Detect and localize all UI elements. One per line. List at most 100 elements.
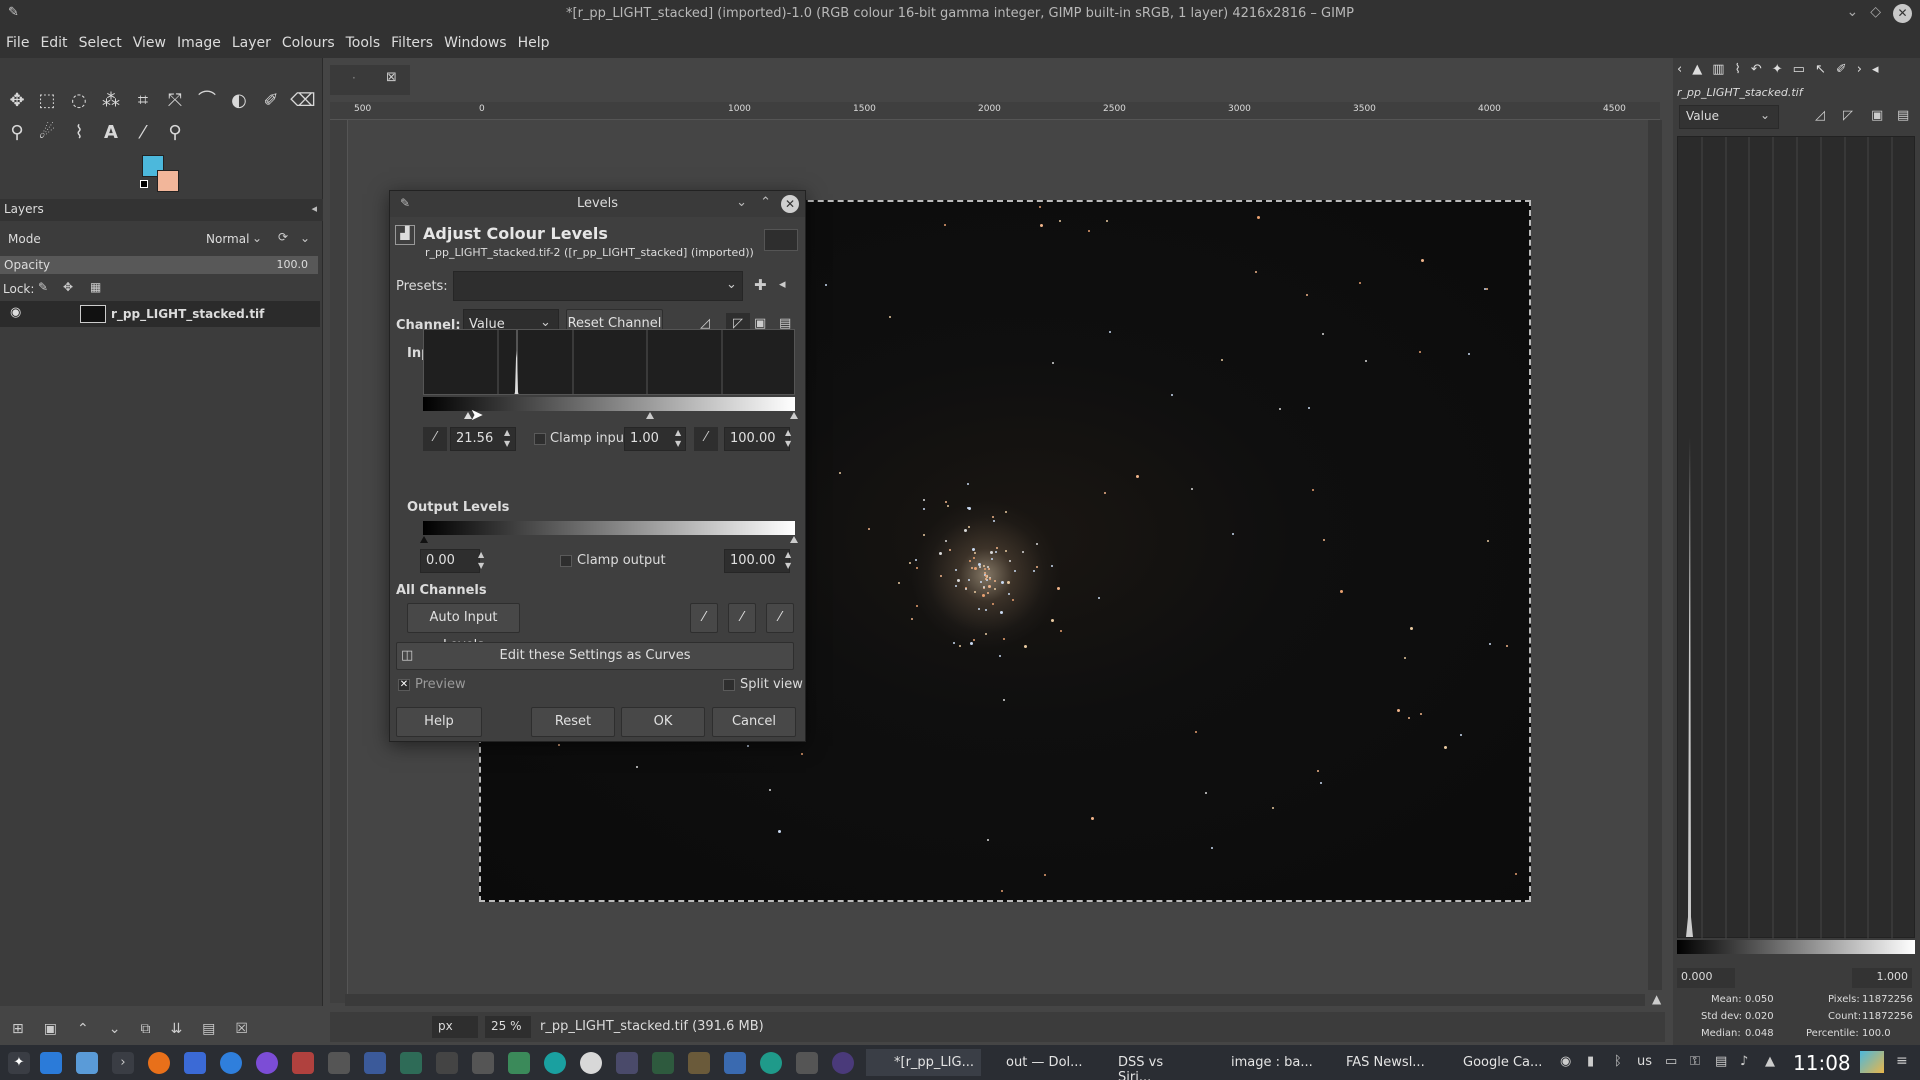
app-icon-13[interactable]	[436, 1052, 458, 1074]
task-fas[interactable]: FAS Newsl...	[1320, 1049, 1430, 1076]
clamp-input-checkbox[interactable]	[534, 433, 546, 445]
tab-left-arrow-icon[interactable]: ‹	[1677, 62, 1682, 84]
device-tab-icon[interactable]: ▭	[1793, 62, 1805, 84]
input-high-field[interactable]: 100.00	[724, 427, 790, 451]
histogram-range-low[interactable]: 0.000	[1677, 968, 1735, 988]
task-firefox[interactable]: DSS vs Siri...	[1090, 1049, 1200, 1080]
warp-tool-icon[interactable]: ⌒	[194, 88, 220, 114]
paths-tool-icon[interactable]: ⌇	[66, 120, 92, 146]
linear-histogram-icon[interactable]: ◿	[1815, 108, 1825, 123]
levels-minimize-icon[interactable]: ⌄	[736, 195, 747, 210]
presets-chevron-icon[interactable]: ⌄	[726, 277, 737, 292]
paintbrush-tool-icon[interactable]: ✐	[258, 88, 284, 114]
input-low-spin-icon[interactable]: ▲ ▼	[504, 427, 510, 449]
maximize-icon[interactable]: ◇	[1870, 4, 1881, 23]
ok-button[interactable]: OK	[621, 707, 705, 737]
raise-layer-icon[interactable]: ⌃	[77, 1021, 89, 1037]
zoom-select[interactable]: 25 %	[485, 1016, 531, 1038]
brush-tab-icon[interactable]: ✐	[1836, 62, 1847, 84]
histogram-range-high[interactable]: 1.000	[1852, 968, 1912, 988]
output-low-field[interactable]: 0.00	[420, 549, 480, 573]
tab-right-arrow-icon[interactable]: ›	[1857, 62, 1862, 84]
task-google[interactable]: Google Ca...	[1435, 1049, 1550, 1076]
task-dolphin[interactable]: out — Dol...	[980, 1049, 1085, 1076]
histogram-view-b-icon[interactable]: ▤	[1897, 108, 1909, 123]
input-high-spin-icon[interactable]: ▲ ▼	[785, 427, 791, 449]
task-terminal[interactable]: image : ba...	[1205, 1049, 1315, 1076]
move-tool-icon[interactable]: ✥	[4, 88, 30, 114]
menu-help[interactable]: Help	[518, 35, 550, 51]
visibility-eye-icon[interactable]: ◉	[10, 305, 21, 320]
auto-black-picker-icon[interactable]: ⁄	[690, 603, 718, 633]
opacity-slider[interactable]: Opacity 100.0	[0, 256, 318, 274]
tray-weather-icon[interactable]	[1860, 1051, 1884, 1073]
tray-volume-icon[interactable]: ♪	[1740, 1054, 1748, 1069]
app-icon-7[interactable]	[220, 1052, 242, 1074]
mode-select[interactable]: Normal	[206, 232, 249, 246]
clone-tool-icon[interactable]: ⚲	[4, 120, 30, 146]
histogram-graph[interactable]	[1677, 136, 1915, 939]
mask-layer-icon[interactable]: ▤	[202, 1021, 215, 1037]
task-gimp[interactable]: *[r_pp_LIG...	[866, 1049, 981, 1076]
terminal-icon[interactable]: ›	[112, 1052, 134, 1074]
default-colors-icon[interactable]	[140, 180, 148, 188]
input-high-handle[interactable]	[790, 412, 798, 419]
app-icon-18[interactable]	[616, 1052, 638, 1074]
gamma-spin-icon[interactable]: ▲ ▼	[675, 427, 681, 449]
rect-select-tool-icon[interactable]: ⬚	[34, 88, 60, 114]
levels-close-button[interactable]: ✕	[781, 195, 799, 213]
lock-position-icon[interactable]: ✥	[63, 280, 73, 294]
app-icon-12[interactable]	[400, 1052, 422, 1074]
navigate-icon[interactable]: ▲	[1652, 992, 1661, 1006]
composite-mode-icon[interactable]: ⟳	[278, 230, 288, 244]
app-icon-17[interactable]	[580, 1052, 602, 1074]
vertical-scrollbar[interactable]	[1648, 120, 1662, 990]
app-icon-14[interactable]	[472, 1052, 494, 1074]
app-icon-6[interactable]	[184, 1052, 206, 1074]
firefox-icon[interactable]	[148, 1052, 170, 1074]
transform-tool-icon[interactable]: ⤧	[162, 88, 188, 114]
crop-tool-icon[interactable]: ⌗	[130, 88, 156, 114]
app-icon-23[interactable]	[796, 1052, 818, 1074]
log-histogram-icon[interactable]: ◸	[1843, 108, 1853, 123]
tray-display-icon[interactable]: ▭	[1665, 1054, 1677, 1069]
menu-edit[interactable]: Edit	[40, 35, 67, 51]
white-point-picker-icon[interactable]: ⁄	[694, 427, 718, 451]
levels-maximize-icon[interactable]: ⌃	[760, 195, 771, 210]
vertical-ruler[interactable]	[330, 120, 348, 1003]
input-gamma-handle[interactable]	[646, 412, 654, 419]
split-view-checkbox[interactable]	[723, 679, 735, 691]
menu-tools[interactable]: Tools	[346, 35, 381, 51]
app-icon-19[interactable]	[652, 1052, 674, 1074]
histogram-tab-icon[interactable]: ▲	[1692, 62, 1702, 84]
menu-view[interactable]: View	[133, 35, 166, 51]
lasso-tool-icon[interactable]: ◌	[66, 88, 92, 114]
dock-menu-icon[interactable]: ◂	[1872, 62, 1879, 84]
app-icon-20[interactable]	[688, 1052, 710, 1074]
menu-colours[interactable]: Colours	[282, 35, 335, 51]
auto-white-picker-icon[interactable]: ⁄	[766, 603, 794, 633]
merge-layer-icon[interactable]: ⇊	[170, 1021, 182, 1037]
levels-titlebar[interactable]: ✎ Levels ⌄ ⌃ ✕	[390, 191, 805, 217]
file-manager-icon[interactable]	[40, 1052, 62, 1074]
smudge-tool-icon[interactable]: ☄	[34, 120, 60, 146]
auto-gray-picker-icon[interactable]: ⁄	[728, 603, 756, 633]
zoom-tool-icon[interactable]: ⚲	[162, 120, 188, 146]
tray-expand-icon[interactable]: ▲	[1765, 1054, 1775, 1069]
tray-usb-icon[interactable]: ▮	[1587, 1054, 1594, 1069]
fuzzy-select-tool-icon[interactable]: ⁂	[98, 88, 124, 114]
app-icon-9[interactable]	[292, 1052, 314, 1074]
reset-button[interactable]: Reset	[531, 707, 615, 737]
app-icon-10[interactable]	[328, 1052, 350, 1074]
lock-alpha-icon[interactable]: ▦	[90, 280, 101, 294]
brushes-tab-icon[interactable]: ✦	[1772, 62, 1783, 84]
output-low-spin-icon[interactable]: ▲ ▼	[478, 549, 484, 571]
delete-layer-icon[interactable]: ☒	[235, 1021, 248, 1037]
presets-combo[interactable]	[453, 271, 743, 301]
output-high-handle[interactable]	[790, 536, 798, 543]
output-high-spin-icon[interactable]: ▲ ▼	[785, 549, 791, 571]
clock[interactable]: 11:08	[1793, 1051, 1851, 1075]
menu-image[interactable]: Image	[177, 35, 221, 51]
menu-filters[interactable]: Filters	[391, 35, 433, 51]
clamp-output-checkbox[interactable]	[560, 555, 572, 567]
